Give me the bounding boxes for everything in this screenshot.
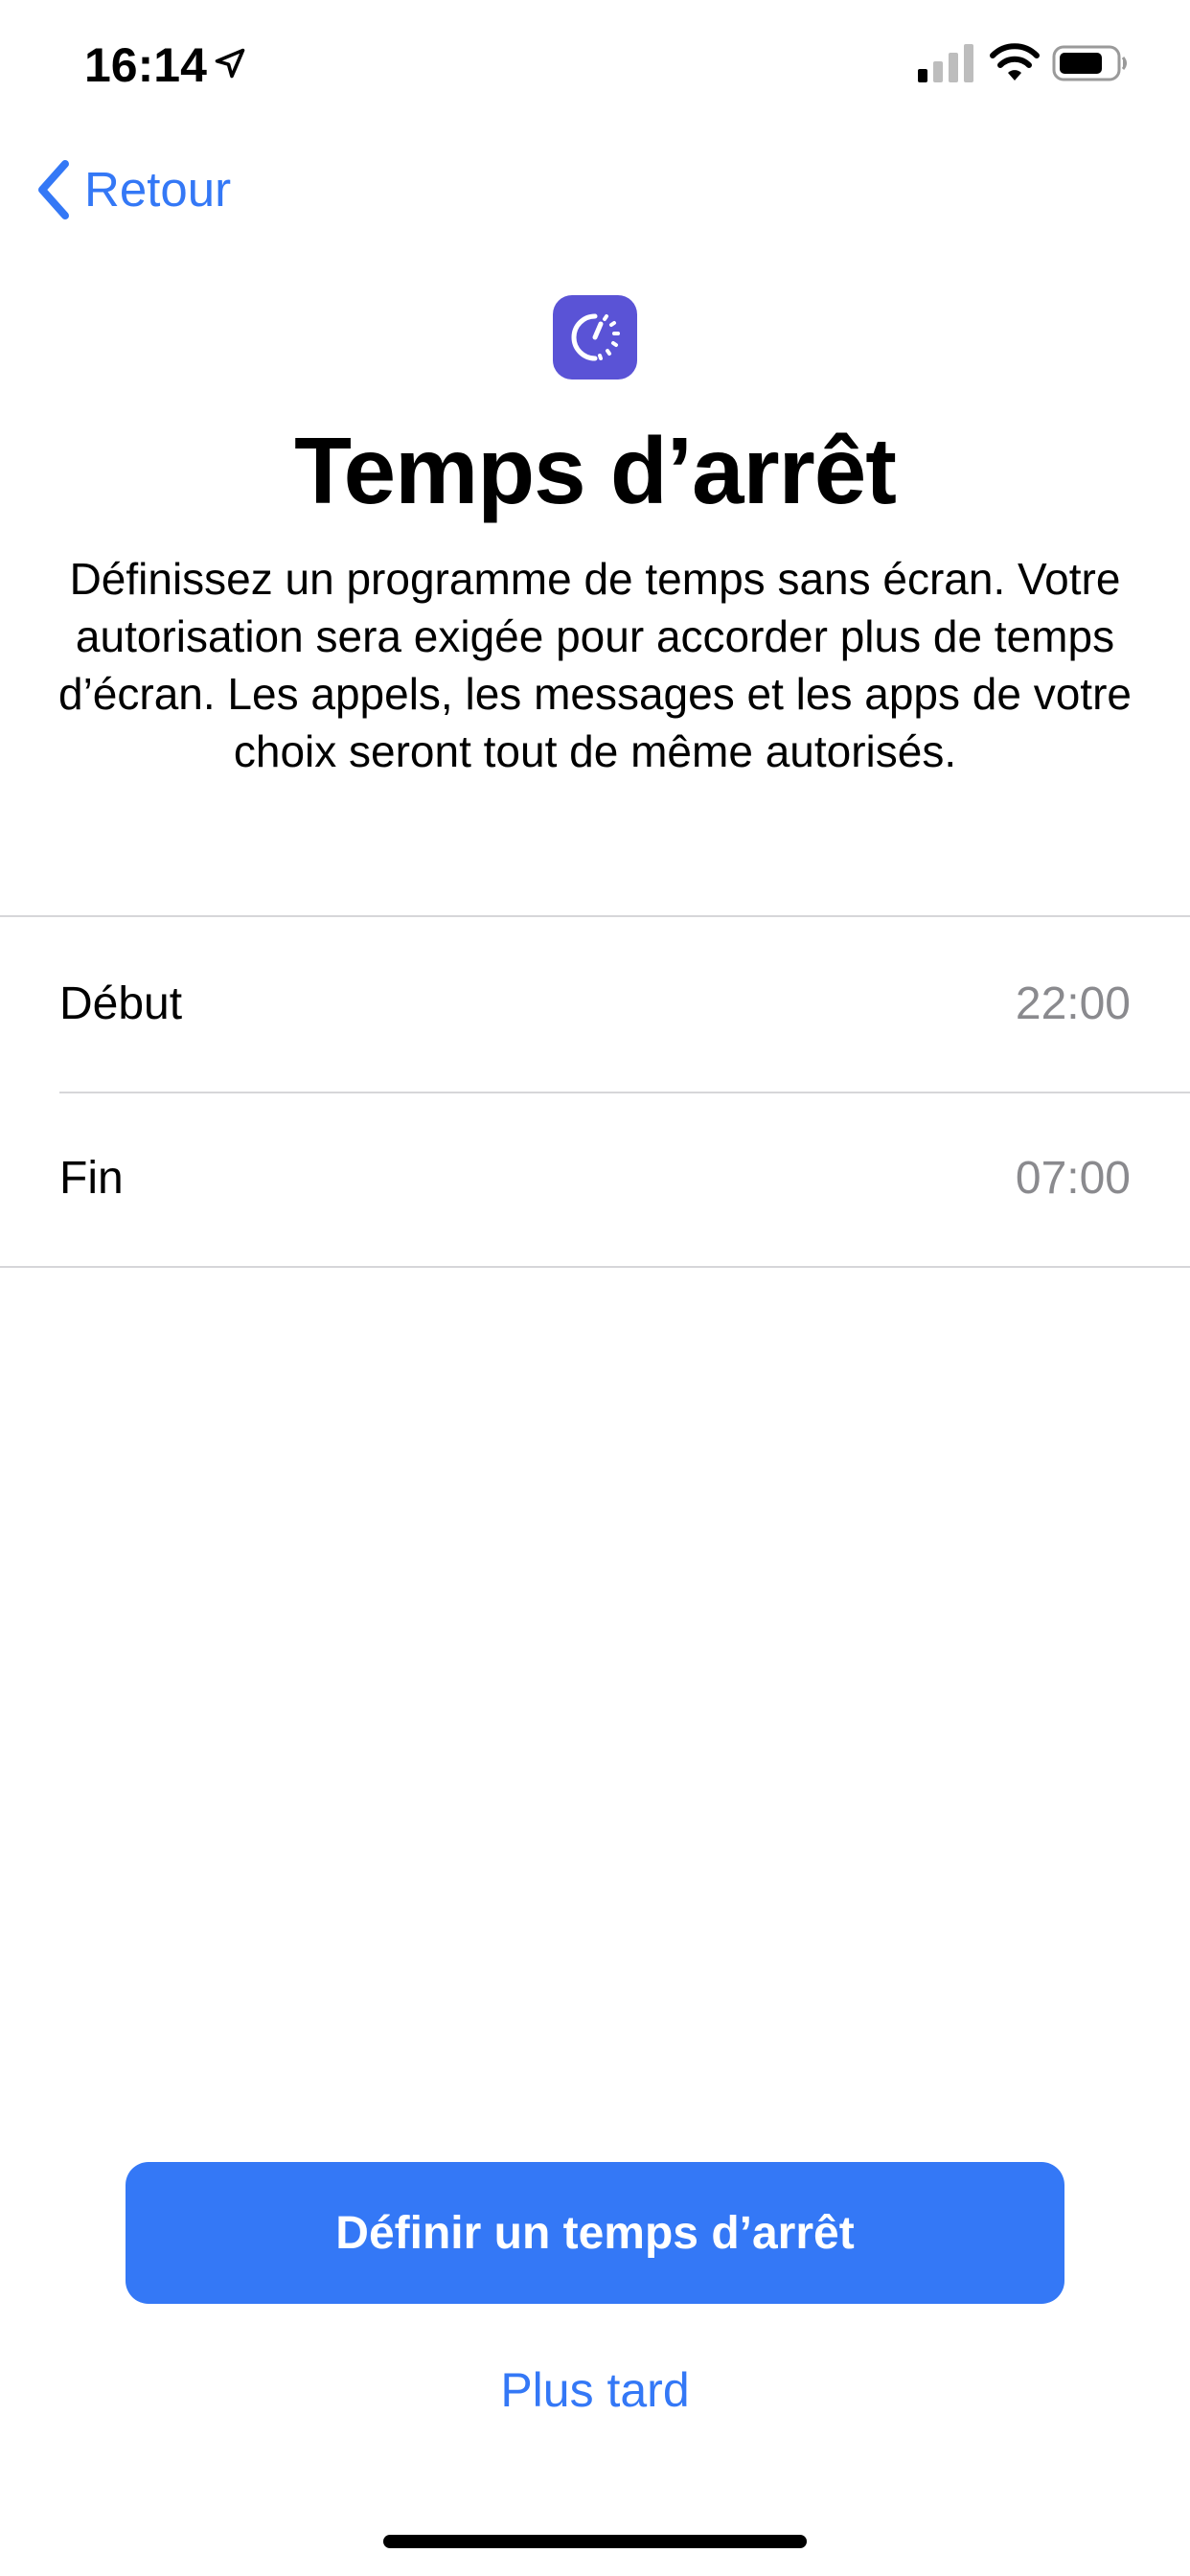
status-bar: 16:14 [0, 0, 1190, 134]
schedule-list: Début 22:00 Fin 07:00 [0, 915, 1190, 1268]
page-description: Définissez un programme de temps sans éc… [58, 554, 1132, 776]
row-value: 07:00 [1015, 1153, 1131, 1204]
row-label: Début [59, 978, 183, 1029]
later-button[interactable]: Plus tard [0, 2359, 1190, 2421]
battery-icon [1052, 45, 1127, 81]
downtime-glyph-icon [571, 313, 620, 361]
screen-time-downtime-icon [553, 295, 637, 380]
schedule-row-start[interactable]: Début 22:00 [0, 917, 1190, 1092]
status-time: 16:14 [84, 38, 207, 92]
back-button[interactable]: Retour [34, 153, 231, 226]
back-label: Retour [84, 162, 232, 217]
row-label: Fin [59, 1153, 124, 1204]
home-indicator [383, 2535, 807, 2548]
location-arrow-icon [215, 48, 245, 79]
cellular-signal-icon [918, 44, 973, 82]
wifi-icon [990, 43, 1040, 80]
page-title: Temps d’arrêt [294, 418, 897, 523]
row-value: 22:00 [1015, 978, 1131, 1029]
chevron-left-icon [38, 160, 69, 219]
set-downtime-button[interactable]: Définir un temps d’arrêt [126, 2162, 1064, 2304]
schedule-row-end[interactable]: Fin 07:00 [0, 1092, 1190, 1266]
